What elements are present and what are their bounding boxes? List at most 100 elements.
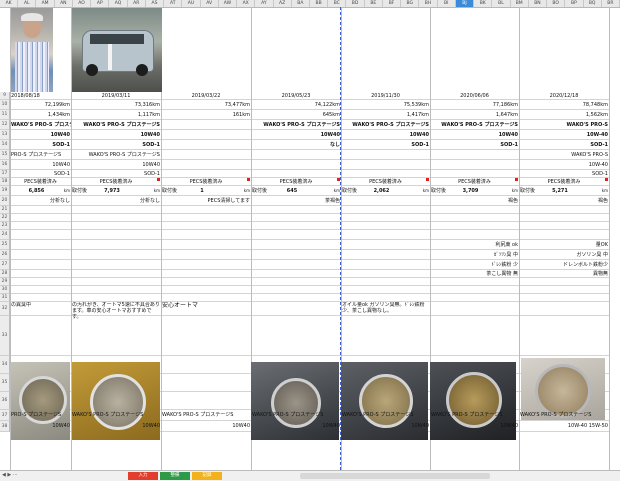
bottom-viscosity-cell[interactable]: 10W40 [161,421,251,432]
column-header-bk[interactable]: BK [474,0,493,7]
note-cell[interactable]: ドレンボルト鉄粉少 [519,260,609,270]
oil-brand-cell[interactable]: WAKO'S PRO-S プロステージS [341,120,430,130]
column-header-bm[interactable]: BM [511,0,529,7]
column-header-as[interactable]: AS [146,0,165,7]
horizontal-scrollbar[interactable] [300,473,490,479]
distance-cell[interactable]: 1,434km [10,110,71,120]
viscosity-cell[interactable]: 10W-40 [519,130,609,140]
row-header[interactable]: 12 [0,120,10,130]
note-cell[interactable]: ガソリン臭 中 [519,250,609,260]
odometer-cell[interactable]: 77,186km [430,100,519,110]
column-header-bo[interactable]: BO [547,0,566,7]
row-header[interactable]: 9 [0,92,10,100]
comment-cell[interactable]: の異臭中 [10,302,71,330]
sheet-tab-maintenance[interactable]: 整備 [160,472,190,480]
column-header-bf[interactable]: BF [383,0,402,7]
row-header[interactable]: 14 [0,140,10,150]
column-header-aw[interactable]: AW [219,0,238,7]
oil-brand-cell-2[interactable]: WAKO'S PRO-S [519,150,609,160]
viscosity-cell-2[interactable]: 10W40 [71,160,161,170]
row-header[interactable]: 21 [0,206,10,214]
row-header[interactable]: 22 [0,214,10,222]
column-header-ao[interactable]: AO [73,0,92,7]
column-header-be[interactable]: BE [365,0,383,7]
distance-cell[interactable]: 1,417km [341,110,430,120]
note-cell[interactable]: 茶こし異物 無 [430,270,519,278]
additive-cell[interactable]: SOD-1 [430,140,519,150]
column-header-ba[interactable]: BA [292,0,310,7]
oil-brand-cell[interactable]: WAKO'S PRO-S プロステージS [430,120,519,130]
odometer-cell[interactable]: 78,748km [519,100,609,110]
distance-cell[interactable]: 645km [251,110,341,120]
oil-brand-cell[interactable]: WAKO'S PRO-S プロステージS [10,120,71,130]
row-header[interactable]: 37 [0,410,10,421]
oil-brand-cell-2[interactable]: WAKO'S PRO-S プロステージS [71,150,161,160]
analysis-cell[interactable]: 分析なし [10,196,71,206]
oil-brand-cell[interactable]: WAKO'S PRO-S [519,120,609,130]
bottom-viscosity-cell[interactable]: 10W-40 15W-50 [519,421,609,432]
bottom-brand-cell[interactable]: PRO-S プロステージS [10,410,71,421]
row-header[interactable]: 18 [0,178,10,186]
additive-cell[interactable]: なし [251,140,341,150]
date-cell[interactable]: 2020/12/18 [519,92,609,100]
column-header-bp[interactable]: BP [565,0,584,7]
column-header-az[interactable]: AZ [274,0,292,7]
row-header[interactable]: 38 [0,421,10,432]
note-cell[interactable]: 異物無 [519,270,609,278]
column-header-bd[interactable]: BD [346,0,365,7]
viscosity-cell[interactable]: 10W40 [430,130,519,140]
additive-cell[interactable]: SOD-1 [341,140,430,150]
row-header[interactable]: 28 [0,270,10,278]
note-cell[interactable]: 量OK [519,240,609,250]
pecs-status-cell[interactable]: PECS装着済み [341,178,430,186]
date-cell[interactable]: 2019/05/23 [251,92,341,100]
distance-cell[interactable]: 1,117km [71,110,161,120]
viscosity-cell[interactable]: 10W40 [341,130,430,140]
column-header-an[interactable]: AN [55,0,73,7]
date-cell[interactable]: 2020/06/06 [430,92,519,100]
viscosity-cell-2[interactable]: 10W40 [10,160,71,170]
column-header-al[interactable]: AL [18,0,37,7]
date-cell[interactable]: 2019/03/11 [71,92,161,100]
column-header-ax[interactable]: AX [237,0,256,7]
pecs-status-cell[interactable]: PECS装着済み [71,178,161,186]
row-header[interactable]: 29 [0,278,10,286]
odometer-cell[interactable]: 73,316km [71,100,161,110]
odometer-cell[interactable]: 73,477km [161,100,251,110]
row-header[interactable]: 23 [0,222,10,230]
column-header-bg[interactable]: BG [401,0,420,7]
row-header[interactable]: 35 [0,374,10,392]
odometer-cell[interactable]: 74,122km [251,100,341,110]
bottom-brand-cell[interactable]: WAKO'S PRO-S プロステージS [519,410,609,421]
additive-cell-2[interactable]: SOD-1 [71,170,161,178]
analysis-cell[interactable]: PECS清掃してます [161,196,251,206]
note-cell[interactable]: 利尻東 ok [430,240,519,250]
row-header[interactable]: 27 [0,260,10,270]
column-header-aq[interactable]: AQ [109,0,128,7]
note-cell[interactable]: ｶﾞｿﾘﾝ臭 中 [430,250,519,260]
additive-cell-2[interactable]: SOD-1 [519,170,609,178]
odometer-cell[interactable]: 75,539km [341,100,430,110]
car-photo[interactable] [72,8,162,92]
distance-cell[interactable]: 1,562km [519,110,609,120]
analysis-cell[interactable]: 分析なし [71,196,161,206]
viscosity-cell-2[interactable]: 10W-40 [519,160,609,170]
comment-cell[interactable]: の汚れがき、オートマ5速に不具合あります。車の安心オートマおすすめです。 [71,302,161,330]
column-header-bn[interactable]: BN [529,0,548,7]
bottom-viscosity-cell[interactable]: 10W40 [251,421,341,432]
distance-cell[interactable]: 161km [161,110,251,120]
date-cell[interactable]: 2018/08/18 [10,92,71,100]
pecs-status-cell[interactable]: PECS装着済み [10,178,71,186]
bottom-brand-cell[interactable]: WAKO'S PRO-S プロステージS [251,410,341,421]
row-header[interactable]: 24 [0,230,10,240]
bottom-viscosity-cell[interactable]: 10W40 [430,421,519,432]
additive-cell[interactable]: SOD-1 [71,140,161,150]
bottom-viscosity-cell[interactable]: 10W40 [71,421,161,432]
row-header[interactable]: 15 [0,150,10,160]
pecs-status-cell[interactable]: PECS装着済み [519,178,609,186]
additive-cell[interactable]: SOD-1 [519,140,609,150]
row-header[interactable]: 10 [0,100,10,110]
sheet-tab-records[interactable]: 記録 [192,472,222,480]
column-header-ap[interactable]: AP [91,0,110,7]
note-cell[interactable]: ﾄﾞﾚﾝ鉄粉 少 [430,260,519,270]
